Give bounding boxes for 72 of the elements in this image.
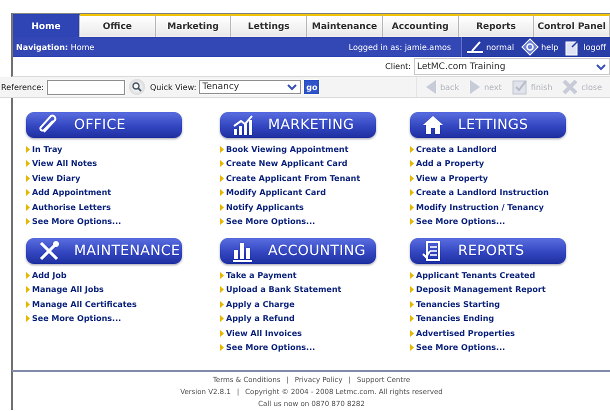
menu-link[interactable]: Create a Landlord Instruction (416, 188, 549, 198)
menu-link[interactable]: Apply a Refund (226, 314, 295, 324)
reference-field[interactable] (46, 80, 125, 94)
section-title: MAINTENANCE (74, 243, 180, 259)
pencil-icon (466, 40, 484, 54)
nav-tab[interactable]: Office (80, 14, 156, 37)
menu-link[interactable]: Applicant Tenants Created (416, 270, 536, 280)
menu-link[interactable]: Notify Applicants (226, 202, 304, 212)
menu-link[interactable]: Create a Landlord (416, 144, 497, 154)
menu-link[interactable]: Add Appointment (32, 188, 112, 198)
logged-in-text: Logged in as: jamie.amos (348, 42, 452, 52)
nav-tab[interactable]: Marketing (156, 14, 232, 37)
nav-tab[interactable]: Lettings (231, 14, 308, 37)
menu-link[interactable]: Manage All Certificates (32, 300, 137, 309)
menu-link[interactable]: Add a Property (416, 159, 484, 168)
menu-link[interactable]: Tenancies Ending (416, 314, 494, 324)
menu-link[interactable]: Create Applicant From Tenant (226, 174, 360, 183)
menu-link[interactable]: See More Options... (32, 217, 122, 226)
back-arrow-icon (425, 79, 438, 95)
menu-link[interactable]: See More Options... (226, 343, 316, 352)
tools-icon (38, 240, 60, 262)
nav-tab[interactable]: Accounting (382, 14, 459, 37)
help-icon (521, 38, 540, 56)
menu-link[interactable]: Modify Instruction / Tenancy (416, 202, 544, 212)
menu-link[interactable]: Add Job (32, 270, 67, 280)
menu-link[interactable]: Take a Payment (226, 270, 297, 280)
nav-tab[interactable]: Reports (458, 14, 534, 37)
house-icon (422, 114, 444, 136)
go-button[interactable]: go (304, 80, 320, 94)
menu-link[interactable]: Upload a Bank Statement (226, 285, 342, 294)
menu-link[interactable]: Authorise Letters (32, 202, 111, 212)
search-button[interactable] (128, 79, 145, 95)
menu-link[interactable]: See More Options... (32, 314, 122, 324)
section-title: OFFICE (74, 117, 126, 133)
breadcrumb: Navigation: Home (16, 42, 94, 52)
menu-link[interactable]: Create New Applicant Card (226, 159, 348, 168)
reference-label: Reference: (1, 82, 44, 92)
menu-link[interactable]: Tenancies Starting (416, 300, 500, 309)
quick-view-dropdown[interactable]: Tenancy (199, 80, 302, 94)
section-title: REPORTS (458, 243, 524, 259)
menu-link[interactable]: Manage All Jobs (32, 285, 104, 294)
menu-link[interactable]: Apply a Charge (226, 300, 295, 309)
client-dropdown[interactable]: LetMC.com Training (414, 58, 610, 75)
next-arrow-icon (469, 79, 482, 95)
menu-link[interactable]: View All Notes (32, 159, 98, 168)
menu-link[interactable]: View a Property (416, 174, 488, 183)
menu-link[interactable]: View Diary (32, 174, 80, 183)
rising-chart-icon (232, 114, 254, 136)
section-title: MARKETING (268, 117, 354, 133)
quick-view-label: Quick View: (150, 82, 196, 92)
bar-chart-icon (232, 240, 254, 262)
nav-tab[interactable]: Control Panel (534, 14, 610, 37)
menu-link[interactable]: Book Viewing Appointment (226, 144, 348, 154)
nav-tab[interactable]: Maintenance (307, 14, 383, 37)
menu-link[interactable]: In Tray (32, 144, 62, 154)
menu-link[interactable]: View All Invoices (226, 328, 302, 338)
menu-link[interactable]: Deposit Management Report (416, 285, 546, 294)
checkbox-icon (512, 79, 528, 95)
header-link[interactable]: normal (466, 40, 514, 54)
menu-link[interactable]: Advertised Properties (416, 328, 515, 338)
client-label: Client: (385, 62, 411, 71)
menu-link[interactable]: Modify Applicant Card (226, 188, 326, 198)
section-title: ACCOUNTING (268, 243, 366, 259)
menu-link[interactable]: See More Options... (416, 217, 506, 226)
header-link[interactable]: help (521, 38, 558, 56)
header-link[interactable]: logoff (565, 38, 606, 56)
section-title: LETTINGS (458, 117, 528, 133)
close-icon (562, 79, 578, 95)
nav-tab[interactable]: Home (13, 14, 80, 37)
search-icon (132, 82, 142, 92)
menu-link[interactable]: See More Options... (416, 343, 506, 352)
menu-link[interactable]: See More Options... (226, 217, 316, 226)
